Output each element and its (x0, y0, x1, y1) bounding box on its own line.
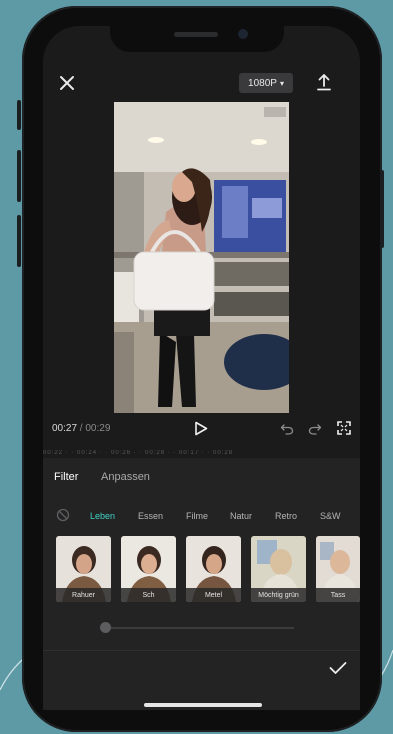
check-icon[interactable] (329, 661, 347, 675)
filter-label: Tass (316, 588, 360, 602)
phone-power-button (380, 170, 384, 248)
chevron-down-icon: ▾ (279, 78, 284, 88)
play-icon[interactable] (194, 421, 208, 436)
filter-thumb-1[interactable]: Rahuer (56, 536, 111, 602)
phone-notch (110, 26, 284, 52)
video-preview[interactable] (114, 102, 289, 413)
category-filme[interactable]: Filme (186, 511, 208, 521)
phone-volume-down (17, 215, 21, 267)
intensity-slider-handle[interactable] (100, 622, 111, 633)
filter-label: Sch (121, 588, 176, 602)
category-essen[interactable]: Essen (138, 511, 163, 521)
intensity-slider-track[interactable] (104, 627, 294, 629)
filter-label: Rahuer (56, 588, 111, 602)
current-time: 00:27 (52, 423, 78, 434)
category-natur[interactable]: Natur (230, 511, 252, 521)
timeline-ruler: 00:22 · · 00:24 · · 00:26 · · 00:28 · · … (43, 450, 234, 456)
time-readout: 00:27 / 00:29 (52, 423, 110, 434)
category-leben[interactable]: Leben (90, 511, 115, 521)
home-indicator[interactable] (144, 703, 262, 707)
close-icon[interactable] (58, 74, 76, 92)
phone-speaker (174, 32, 218, 37)
redo-icon[interactable] (308, 422, 322, 435)
phone-volume-up (17, 150, 21, 202)
duration: 00:29 (85, 423, 111, 434)
fullscreen-icon[interactable] (337, 421, 351, 435)
filter-label: Metel (186, 588, 241, 602)
filter-thumb-4[interactable]: Möchtig grün (251, 536, 306, 602)
no-filter-icon[interactable] (56, 508, 70, 522)
export-icon[interactable] (316, 73, 332, 91)
filter-label: Möchtig grün (251, 588, 306, 602)
filter-thumb-2[interactable]: Sch (121, 536, 176, 602)
phone-side-button (17, 100, 21, 130)
tab-adjust[interactable]: Anpassen (101, 471, 150, 483)
video-frame-image (114, 102, 289, 413)
filter-thumb-5[interactable]: Tass (316, 536, 360, 602)
resolution-button[interactable]: 1080P ▾ (239, 73, 293, 93)
category-sw[interactable]: S&W (320, 511, 341, 521)
tab-filter[interactable]: Filter (54, 471, 78, 483)
panel-divider (43, 650, 360, 651)
undo-icon[interactable] (280, 422, 294, 435)
category-retro[interactable]: Retro (275, 511, 297, 521)
phone-camera (238, 29, 248, 39)
filter-thumb-3[interactable]: Metel (186, 536, 241, 602)
resolution-label: 1080P (248, 77, 277, 89)
